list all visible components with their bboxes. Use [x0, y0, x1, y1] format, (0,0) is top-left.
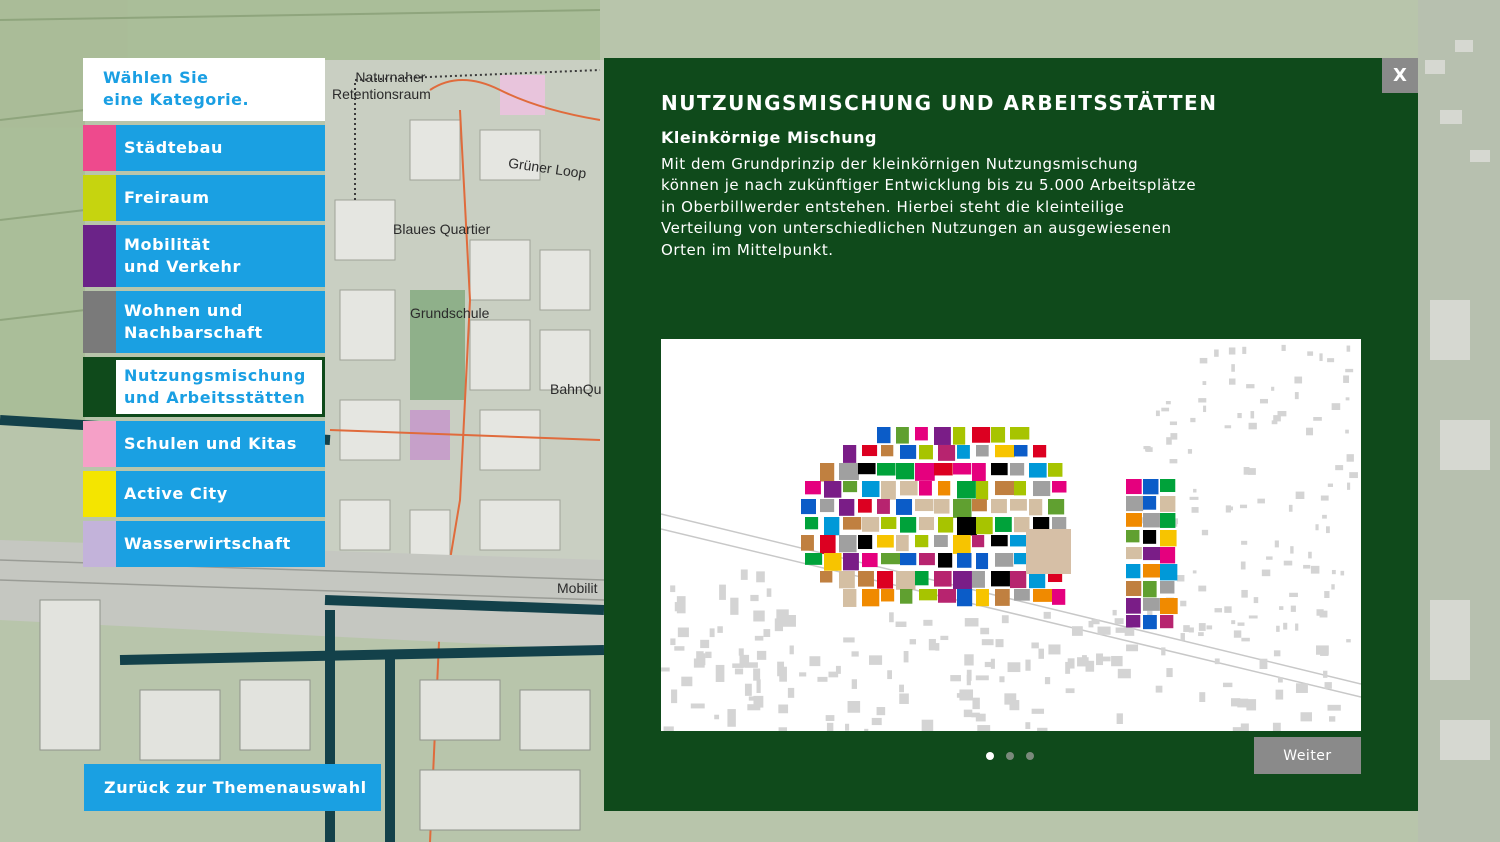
category-label: Wohnen und Nachbarschaft	[116, 291, 325, 353]
category-item[interactable]: Städtebau	[83, 125, 325, 171]
map-label-text: Naturnaher	[355, 69, 426, 85]
category-label: Nutzungsmischung und Arbeitsstätten	[116, 357, 325, 417]
modal-subtitle: Kleinkörnige Mischung	[661, 128, 877, 147]
category-label: Städtebau	[116, 125, 325, 171]
body-line: Orten im Mittelpunkt.	[661, 240, 834, 259]
category-label: Freiraum	[116, 175, 325, 221]
category-header-line: Wählen Sie	[103, 68, 209, 87]
body-line: in Oberbillwerder entstehen. Hierbei ste…	[661, 197, 1125, 216]
category-item[interactable]: Wohnen und Nachbarschaft	[83, 291, 325, 353]
category-label-line: Nachbarschaft	[124, 323, 263, 342]
category-item[interactable]: Freiraum	[83, 175, 325, 221]
category-label: Schulen und Kitas	[116, 421, 325, 467]
category-label-line: Freiraum	[124, 188, 210, 207]
category-header: Wählen Sie eine Kategorie.	[83, 58, 325, 121]
map-label-mobility: Mobilit	[557, 580, 598, 596]
category-label-line: Schulen und Kitas	[124, 434, 297, 453]
category-panel: Wählen Sie eine Kategorie. Städtebau Frei…	[83, 58, 325, 571]
category-item[interactable]: Wasserwirtschaft	[83, 521, 325, 567]
body-line: können je nach zukünftiger Entwicklung b…	[661, 176, 1197, 195]
map-label-school: Grundschule	[410, 305, 490, 321]
category-color-swatch	[83, 291, 116, 353]
category-label-line: Mobilität	[124, 235, 211, 254]
category-color-swatch	[83, 357, 116, 417]
back-to-topics-button[interactable]: Zurück zur Themenauswahl	[84, 764, 381, 811]
category-item[interactable]: Mobilität und Verkehr	[83, 225, 325, 287]
category-header-line: eine Kategorie.	[103, 90, 250, 109]
category-label-line: und Arbeitsstätten	[124, 388, 306, 407]
map-label-text: Retentionsraum	[332, 86, 431, 102]
info-modal: X NUTZUNGSMISCHUNG UND ARBEITSSTÄTTEN Kl…	[604, 58, 1418, 811]
close-button[interactable]: X	[1382, 58, 1418, 93]
category-color-swatch	[83, 421, 116, 467]
category-list: Städtebau Freiraum Mobilität und Verkehr Woh…	[83, 125, 325, 567]
category-item[interactable]: Nutzungsmischung und Arbeitsstätten	[83, 357, 325, 417]
modal-body-text: Mit dem Grundprinzip der kleinkörnigen N…	[661, 154, 1281, 261]
category-color-swatch	[83, 471, 116, 517]
category-label-line: Wasserwirtschaft	[124, 534, 291, 553]
category-label-line: und Verkehr	[124, 257, 241, 276]
pagination-dot[interactable]	[986, 752, 994, 760]
category-item[interactable]: Schulen und Kitas	[83, 421, 325, 467]
category-color-swatch	[83, 225, 116, 287]
pagination-dots	[986, 752, 1034, 760]
body-line: Verteilung von unterschiedlichen Nutzung…	[661, 219, 1172, 238]
body-line: Mit dem Grundprinzip der kleinkörnigen N…	[661, 155, 1139, 173]
category-color-swatch	[83, 521, 116, 567]
category-label-line: Active City	[124, 484, 228, 503]
category-label-line: Wohnen und	[124, 301, 243, 320]
category-label: Mobilität und Verkehr	[116, 225, 325, 287]
category-item[interactable]: Active City	[83, 471, 325, 517]
category-label-line: Nutzungsmischung	[124, 366, 306, 385]
category-color-swatch	[83, 175, 116, 221]
category-color-swatch	[83, 125, 116, 171]
land-use-plan-drawing	[661, 339, 1361, 731]
category-label-line: Städtebau	[124, 138, 223, 157]
category-label: Wasserwirtschaft	[116, 521, 325, 567]
land-use-plan-image	[661, 339, 1361, 731]
map-label-blue-quarter: Blaues Quartier	[393, 221, 491, 237]
next-button[interactable]: Weiter	[1254, 737, 1361, 774]
modal-title: NUTZUNGSMISCHUNG UND ARBEITSSTÄTTEN	[661, 91, 1218, 115]
category-label: Active City	[116, 471, 325, 517]
map-label-rail-quarter: BahnQu	[550, 381, 602, 397]
pagination-dot[interactable]	[1026, 752, 1034, 760]
map-label-retention: Naturnaher Retentionsraum	[332, 69, 431, 103]
pagination-dot[interactable]	[1006, 752, 1014, 760]
